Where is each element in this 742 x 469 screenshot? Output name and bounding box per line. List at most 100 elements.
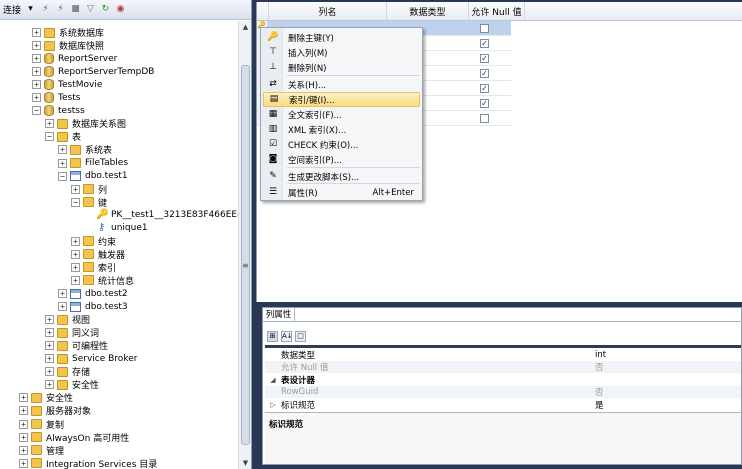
allow-null-checkbox[interactable]: ✓ <box>479 98 489 108</box>
expand-icon[interactable]: + <box>32 80 41 90</box>
expand-icon[interactable]: + <box>19 393 28 403</box>
tree-node[interactable]: + Service Broker <box>45 352 137 365</box>
refresh-icon[interactable]: ↻ <box>100 4 111 15</box>
expand-icon[interactable]: + <box>45 354 54 364</box>
property-value[interactable]: 否 <box>595 386 741 398</box>
tree-node[interactable]: − dbo.test1 <box>58 170 128 183</box>
menu-item[interactable]: ✎ 生成更改脚本(S)... <box>263 169 420 184</box>
tree-node[interactable]: + 索引 <box>71 261 116 274</box>
expand-icon[interactable]: + <box>71 262 80 272</box>
tree-node[interactable]: + 系统数据库 <box>32 26 104 39</box>
expand-icon[interactable]: + <box>45 119 54 129</box>
tree-node[interactable]: + 系统表 <box>58 143 112 156</box>
expand-icon[interactable]: + <box>19 445 28 455</box>
expand-icon[interactable]: + <box>58 158 67 168</box>
menu-item[interactable]: ⊥ 删除列(N) <box>263 60 420 75</box>
expand-icon[interactable]: + <box>45 380 54 390</box>
menu-item[interactable]: ▦ 全文索引(F)... <box>263 107 420 122</box>
tree-node[interactable]: 🔑PK__test1__3213E83F466EE881 <box>84 209 238 222</box>
expand-icon[interactable]: + <box>45 328 54 338</box>
menu-item[interactable]: ◙ 空间索引(P)... <box>263 152 420 167</box>
scroll-down-icon[interactable]: ▼ <box>239 457 252 469</box>
allow-null-checkbox[interactable] <box>479 23 489 33</box>
tree-node[interactable]: + 视图 <box>45 313 90 326</box>
expand-arrow-icon[interactable]: ◢ <box>265 376 281 384</box>
allow-null-checkbox[interactable]: ✓ <box>479 68 489 78</box>
property-row[interactable]: 允许 Null 值 否 <box>265 361 741 374</box>
stop-icon[interactable]: ■ <box>70 4 81 15</box>
property-row[interactable]: 数据类型 int <box>265 349 741 361</box>
tree-node[interactable]: + 安全性 <box>45 378 99 391</box>
collapse-icon[interactable]: − <box>32 106 41 116</box>
expand-icon[interactable]: + <box>19 432 28 442</box>
tree-node[interactable]: + 安全性 <box>19 391 73 404</box>
disconnect-icon[interactable]: ⚡ <box>55 4 66 15</box>
allow-null-checkbox[interactable] <box>479 113 489 123</box>
menu-item[interactable]: 🔑 删除主键(Y) <box>263 30 420 45</box>
categorized-icon[interactable]: ⊞ <box>267 331 278 342</box>
expand-icon[interactable]: + <box>71 184 80 194</box>
menu-item[interactable]: ☑ CHECK 约束(O)... <box>263 137 420 152</box>
menu-item[interactable]: ▤ 索引/键(I)... <box>263 92 420 107</box>
tree-node[interactable]: + Integration Services 目录 <box>19 457 157 469</box>
expand-icon[interactable]: + <box>19 458 28 468</box>
menu-item[interactable]: ▥ XML 索引(X)... <box>263 122 420 137</box>
expand-icon[interactable]: + <box>71 249 80 259</box>
expand-icon[interactable]: + <box>45 367 54 377</box>
tree-node[interactable]: + dbo.test2 <box>58 287 128 300</box>
expand-icon[interactable]: + <box>32 54 41 64</box>
expand-icon[interactable]: + <box>58 289 67 298</box>
expand-icon[interactable]: + <box>58 145 67 155</box>
collapse-icon[interactable]: − <box>58 171 67 181</box>
tree-node[interactable]: + 管理 <box>19 444 64 457</box>
tree-node[interactable]: + 服务器对象 <box>19 404 91 417</box>
connect-dropdown-icon[interactable]: ▾ <box>25 4 36 15</box>
tree-node[interactable]: + 复制 <box>19 418 64 431</box>
property-row[interactable]: ▷ 标识规范 是 <box>265 399 741 411</box>
menu-item[interactable]: ⊤ 插入列(M) <box>263 45 420 60</box>
tree-node[interactable]: + ReportServer <box>32 52 117 65</box>
property-value[interactable]: int <box>595 350 741 360</box>
tree-node[interactable]: + AlwaysOn 高可用性 <box>19 431 129 444</box>
tree-node[interactable]: + 触发器 <box>71 248 125 261</box>
filter-icon[interactable]: ▽ <box>85 4 96 15</box>
expand-arrow-icon[interactable]: ▷ <box>265 401 281 409</box>
expand-icon[interactable]: + <box>32 41 41 51</box>
tree-node[interactable]: + 统计信息 <box>71 274 134 287</box>
expand-icon[interactable]: + <box>45 341 54 351</box>
scroll-up-icon[interactable]: ▲ <box>239 21 252 33</box>
tree-node[interactable]: + 数据库关系图 <box>45 117 126 130</box>
tree-node[interactable]: + TestMovie <box>32 78 102 91</box>
scrollbar-thumb[interactable] <box>241 65 250 445</box>
tree-node[interactable]: − testss <box>32 104 85 117</box>
property-value[interactable]: 是 <box>595 399 741 411</box>
expand-icon[interactable]: + <box>19 406 28 416</box>
tree-node[interactable]: + ReportServerTempDB <box>32 65 154 78</box>
tree-node[interactable]: + FileTables <box>58 157 128 170</box>
tree-node[interactable]: + Tests <box>32 91 80 104</box>
collapse-icon[interactable]: − <box>71 197 80 207</box>
object-explorer-scrollbar[interactable]: ▲ ≡ ▼ <box>238 21 251 469</box>
property-pages-icon[interactable]: □ <box>295 331 306 342</box>
tree-node[interactable]: + 存储 <box>45 365 90 378</box>
expand-icon[interactable]: + <box>58 302 67 312</box>
splitter-grip-icon[interactable]: ≡ <box>242 261 249 270</box>
property-row[interactable]: ◢ 表设计器 <box>265 374 741 386</box>
menu-item[interactable]: ⇄ 关系(H)... <box>263 77 420 92</box>
expand-icon[interactable]: + <box>19 419 28 429</box>
tree-node[interactable]: − 键 <box>71 196 107 209</box>
connect-object-icon[interactable]: ⚡ <box>40 4 51 15</box>
tree-node[interactable]: ⚷ unique1 <box>84 222 148 235</box>
expand-icon[interactable]: + <box>71 236 80 246</box>
tree-node[interactable]: + dbo.test3 <box>58 300 128 313</box>
expand-icon[interactable]: + <box>32 28 41 37</box>
allow-null-checkbox[interactable]: ✓ <box>479 38 489 48</box>
tree-node[interactable]: + 可编程性 <box>45 339 108 352</box>
allow-null-checkbox[interactable]: ✓ <box>479 83 489 93</box>
activity-monitor-icon[interactable]: ◉ <box>115 4 126 15</box>
property-value[interactable]: 否 <box>595 361 741 373</box>
tree-node[interactable]: + 约束 <box>71 235 116 248</box>
menu-item[interactable]: ☰ 属性(R) Alt+Enter <box>263 185 420 200</box>
expand-icon[interactable]: + <box>45 315 54 325</box>
tree-node[interactable]: + 同义词 <box>45 326 99 339</box>
